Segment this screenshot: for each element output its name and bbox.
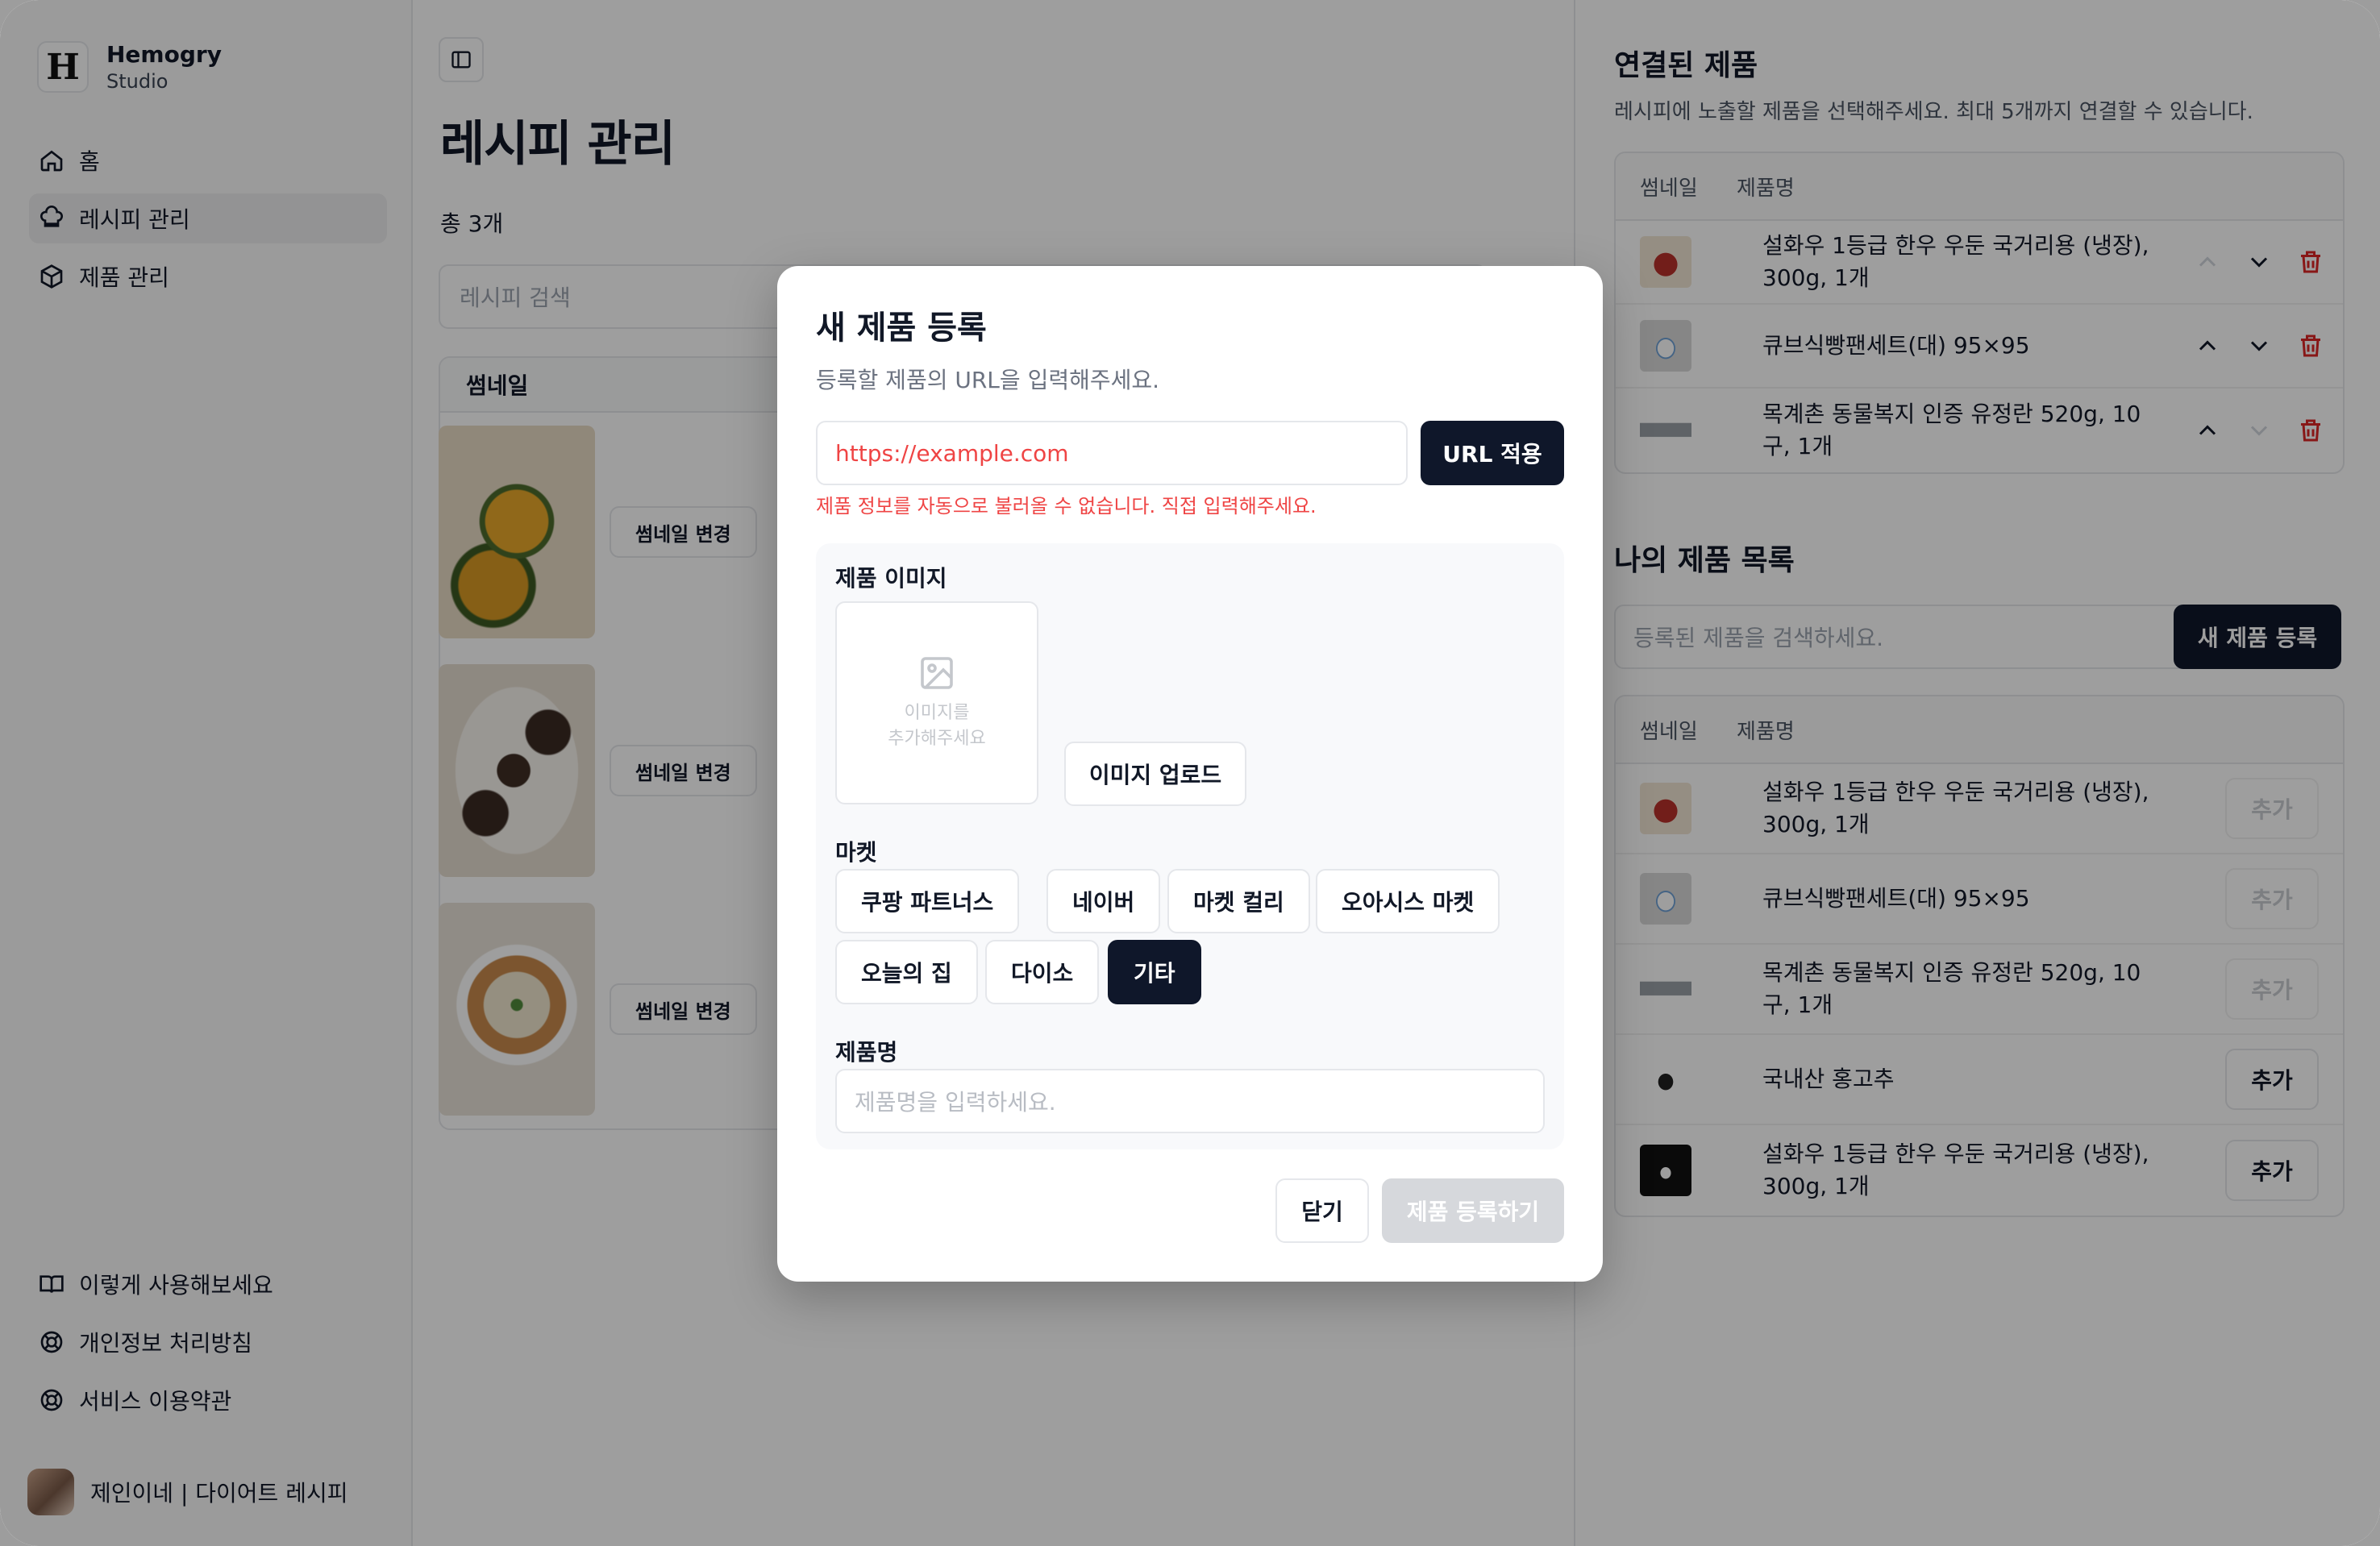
image-label: 제품 이미지 — [835, 565, 947, 592]
image-placeholder-line2: 추가해주세요 — [888, 729, 986, 749]
market-option-daiso[interactable]: 다이소 — [985, 940, 1100, 1004]
market-option-coupang[interactable]: 쿠팡 파트너스 — [835, 869, 1020, 933]
image-placeholder-line1: 이미지를 — [904, 703, 970, 723]
submit-button[interactable]: 제품 등록하기 — [1382, 1178, 1564, 1243]
market-option-ohouse[interactable]: 오늘의 집 — [835, 940, 978, 1004]
image-icon — [921, 657, 953, 689]
market-label: 마켓 — [835, 839, 877, 866]
upload-image-button[interactable]: 이미지 업로드 — [1064, 742, 1246, 806]
market-option-other[interactable]: 기타 — [1108, 940, 1201, 1004]
new-product-modal: 새 제품 등록 등록할 제품의 URL을 입력해주세요. https://exa… — [777, 266, 1603, 1282]
image-dropzone[interactable]: 이미지를 추가해주세요 — [835, 601, 1038, 804]
product-form: 제품 이미지 이미지를 추가해주세요 이미지 업로드 마켓 쿠팡 파트너스 네이… — [816, 543, 1564, 1149]
name-label: 제품명 — [835, 1039, 898, 1066]
error-message: 제품 정보를 자동으로 불러올 수 없습니다. 직접 입력해주세요. — [816, 495, 1317, 517]
product-name-input[interactable]: 제품명을 입력하세요. — [835, 1069, 1545, 1133]
market-option-naver[interactable]: 네이버 — [1046, 869, 1161, 933]
close-button[interactable]: 닫기 — [1275, 1178, 1369, 1243]
market-option-oasis[interactable]: 오아시스 마켓 — [1316, 869, 1500, 933]
market-option-kurly[interactable]: 마켓 컬리 — [1167, 869, 1310, 933]
modal-title: 새 제품 등록 — [816, 310, 987, 347]
apply-url-button[interactable]: URL 적용 — [1421, 421, 1564, 485]
modal-description: 등록할 제품의 URL을 입력해주세요. — [816, 367, 1160, 393]
app-window: H Hemogry Studio 홈 레시피 관리 제품 관리 이렇게 사용해보… — [0, 0, 2380, 1546]
url-input[interactable]: https://example.com — [816, 421, 1408, 485]
